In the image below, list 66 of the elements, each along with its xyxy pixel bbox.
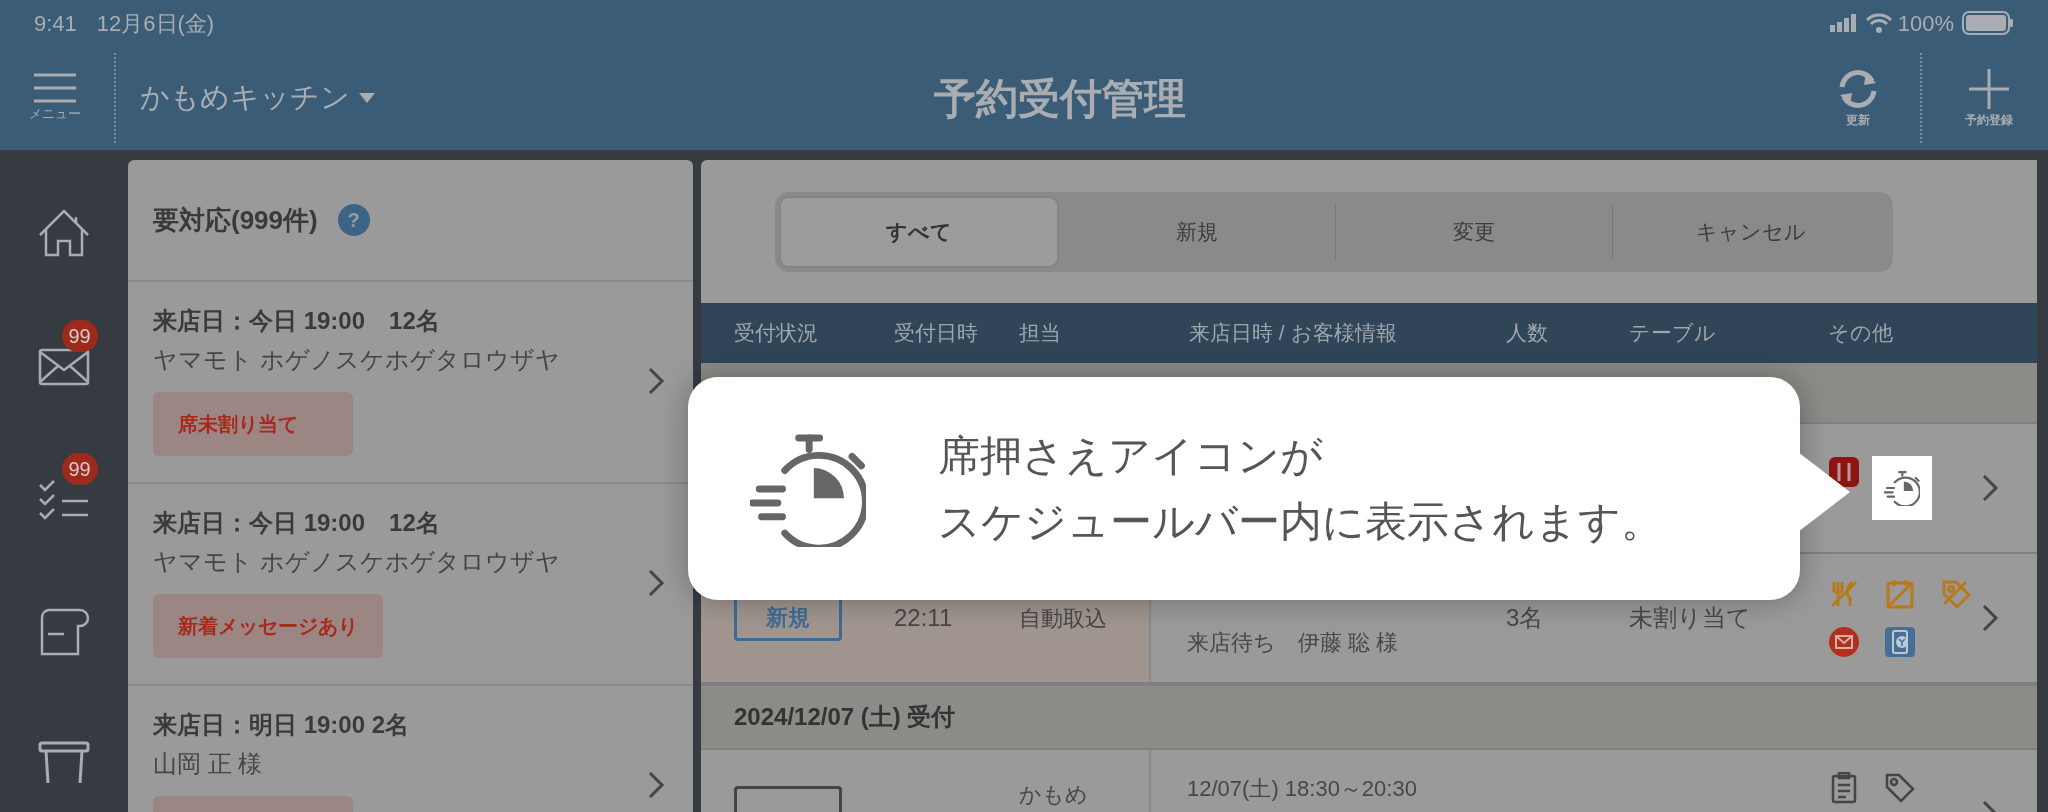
menu-icon bbox=[32, 72, 78, 105]
help-button[interactable]: ? bbox=[337, 204, 370, 236]
column-header: その他 bbox=[1828, 321, 1893, 345]
plus-icon bbox=[1967, 67, 2011, 111]
column-header: 受付日時 bbox=[894, 321, 978, 345]
store-dropdown[interactable]: かもめキッチン bbox=[140, 76, 376, 120]
reservation-row[interactable]: かもめ 12/07(土) 18:30～20:30 bbox=[701, 750, 2037, 812]
phone-yen-icon bbox=[1884, 626, 1916, 658]
customer-info: 来店待ち 伊藤 聡 様 bbox=[1187, 628, 1400, 657]
tag-icon bbox=[1884, 772, 1916, 804]
filter-tab[interactable]: 新規 bbox=[1059, 195, 1335, 268]
status-time: 9:41 bbox=[34, 9, 77, 38]
visit-datetime: 12/07(土) 18:30～20:30 bbox=[1187, 775, 1418, 803]
menu-button[interactable]: メニュー bbox=[10, 72, 100, 124]
count-badge: 99 bbox=[61, 319, 98, 352]
crossed-cutlery-icon bbox=[1828, 578, 1860, 610]
visit-summary: 来店日：今日 19:00 12名 bbox=[153, 306, 441, 336]
seat-icon bbox=[1828, 456, 1860, 488]
date-group-header: 2024/12/07 (土) 受付 bbox=[734, 702, 956, 732]
attention-item[interactable]: 来店日：今日 19:00 12名 ヤマモト ホゲノスケホゲタロウザヤ 新着メッセージあり bbox=[128, 484, 693, 686]
chevron-right-icon bbox=[647, 568, 665, 598]
sidebar-item[interactable]: 99 bbox=[21, 319, 106, 396]
customer-name: 山岡 正 様 bbox=[153, 749, 264, 779]
column-header: 受付状況 bbox=[734, 321, 818, 345]
alert-tag: 席未割り当て bbox=[153, 392, 353, 456]
customer-name: ヤマモト ホゲノスケホゲタロウザヤ bbox=[153, 547, 561, 577]
alert-tag: 新着メッセージあり bbox=[153, 594, 383, 658]
stopwatch-icon bbox=[1884, 470, 1920, 506]
party-size: 3名 bbox=[1506, 603, 1544, 633]
tooltip-text: 席押さえアイコンが bbox=[938, 430, 1324, 481]
battery-icon bbox=[1962, 11, 2014, 35]
visit-summary: 来店日：今日 19:00 12名 bbox=[153, 508, 441, 538]
crossed-tag-icon bbox=[1940, 578, 1972, 610]
column-header: テーブル bbox=[1629, 321, 1716, 345]
battery-percent: 100% bbox=[1897, 9, 1954, 38]
attention-item[interactable]: 来店日：今日 19:00 12名 ヤマモト ホゲノスケホゲタロウザヤ 席未割り当て bbox=[128, 282, 693, 484]
status-date: 12月6日(金) bbox=[96, 9, 215, 38]
mail-icon bbox=[1828, 626, 1860, 658]
sidebar-item[interactable]: 99 bbox=[21, 452, 106, 529]
staff-name: かもめ bbox=[1019, 782, 1088, 807]
attention-item[interactable]: 来店日：明日 19:00 2名 山岡 正 様 bbox=[128, 686, 693, 812]
filter-tab[interactable]: キャンセル bbox=[1613, 195, 1889, 268]
visit-summary: 来店日：明日 19:00 2名 bbox=[153, 710, 411, 740]
refresh-button[interactable]: 更新 bbox=[1818, 67, 1898, 129]
chevron-right-icon bbox=[647, 770, 665, 800]
signal-icon bbox=[1829, 14, 1856, 32]
wifi-icon bbox=[1865, 13, 1892, 33]
chevron-right-icon bbox=[1981, 473, 1999, 503]
filter-tab[interactable]: すべて bbox=[779, 195, 1059, 268]
column-header: 担当 bbox=[1019, 321, 1061, 345]
panel-title: 要対応(999件) bbox=[153, 203, 318, 237]
count-badge: 99 bbox=[61, 452, 98, 485]
column-header: 人数 bbox=[1506, 321, 1548, 345]
received-time: 22:11 bbox=[894, 604, 953, 631]
customer-name: ヤマモト ホゲノスケホゲタロウザヤ bbox=[153, 345, 561, 375]
chevron-right-icon bbox=[647, 366, 665, 396]
table-assignment: 未割り当て bbox=[1629, 603, 1751, 633]
column-header: 来店日時 / お客様情報 bbox=[1189, 321, 1397, 345]
filter-tab[interactable]: 変更 bbox=[1336, 195, 1612, 268]
add-reservation-button[interactable]: 予約登録 bbox=[1944, 67, 2034, 129]
caret-icon bbox=[358, 92, 376, 104]
page-title: 予約受付管理 bbox=[933, 73, 1187, 124]
tooltip-text: スケジュールバー内に表示されます。 bbox=[938, 496, 1663, 547]
crossed-note-icon bbox=[1884, 578, 1916, 610]
staff-name: 自動取込 bbox=[1019, 605, 1107, 631]
chevron-right-icon bbox=[1981, 603, 1999, 633]
